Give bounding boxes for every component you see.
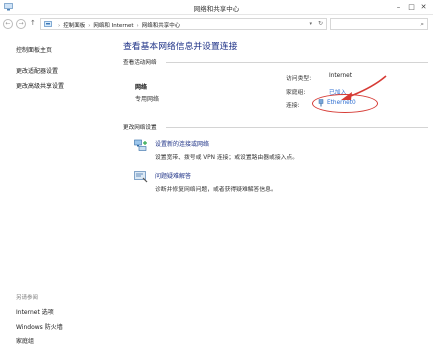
see-also-internet-options[interactable]: Internet 选项 <box>16 307 54 316</box>
access-type-value: Internet <box>329 73 353 79</box>
title-bar: 网络和共享中心 – □ ✕ <box>0 0 433 15</box>
setup-connection-link[interactable]: 设置新的连接或网络 <box>155 139 209 148</box>
annotation-circle <box>312 94 378 113</box>
forward-button[interactable]: → <box>16 19 26 29</box>
sidebar-item-change-adapter-settings[interactable]: 更改适配器设置 <box>16 66 58 75</box>
access-type-label: 访问类型: <box>286 76 312 82</box>
search-icon[interactable]: ⌕ <box>420 20 424 29</box>
window-title: 网络和共享中心 <box>193 5 240 13</box>
sidebar-item-advanced-sharing-settings[interactable]: 更改高级共享设置 <box>16 81 64 90</box>
address-bar[interactable]: › 控制面板 › 网络和 Internet › 网络和共享中心 ▾ ↻ <box>40 18 327 30</box>
connections-label: 连接: <box>286 103 300 109</box>
divider <box>166 62 428 63</box>
troubleshoot-link[interactable]: 问题疑难解答 <box>155 171 191 180</box>
setup-connection-description: 设置宽带、拨号或 VPN 连接；或设置路由器或接入点。 <box>155 155 299 161</box>
troubleshoot-description: 诊断并修复网络问题，或者获得疑难解答信息。 <box>155 187 277 193</box>
sidebar-item-control-panel-home[interactable]: 控制面板主页 <box>16 45 52 54</box>
chevron-down-icon[interactable]: ▾ <box>309 21 312 27</box>
breadcrumb-control-panel[interactable]: 控制面板 <box>63 23 85 29</box>
network-setup-icon <box>134 139 147 151</box>
change-settings-heading: 更改网络设置 <box>123 125 157 131</box>
page-title: 查看基本网络信息并设置连接 <box>123 42 238 52</box>
breadcrumb-network-sharing-center[interactable]: 网络和共享中心 <box>142 23 181 29</box>
divider <box>166 127 428 128</box>
back-button[interactable]: ← <box>3 19 13 29</box>
see-also-heading: 另请参阅 <box>16 295 39 301</box>
breadcrumb-network-internet[interactable]: 网络和 Internet <box>93 23 133 29</box>
control-panel-icon <box>44 21 52 27</box>
navigation-bar: ← → ↑ › 控制面板 › 网络和 Internet › 网络和共享中心 ▾ ↻ ⌕ <box>0 15 433 33</box>
maximize-button[interactable]: □ <box>407 3 416 11</box>
breadcrumb-separator-icon: › <box>58 23 61 29</box>
annotation-arrow-icon <box>341 75 387 100</box>
breadcrumb-separator-icon: › <box>136 23 139 29</box>
breadcrumb: › 控制面板 › 网络和 Internet › 网络和共享中心 <box>55 21 180 29</box>
close-button[interactable]: ✕ <box>419 3 428 11</box>
network-name: 网络 <box>135 84 148 91</box>
up-button[interactable]: ↑ <box>30 19 36 27</box>
troubleshoot-icon <box>134 171 148 183</box>
homegroup-label: 家庭组: <box>286 90 306 96</box>
search-input[interactable]: ⌕ <box>330 18 428 30</box>
refresh-icon[interactable]: ↻ <box>318 20 323 27</box>
minimize-button[interactable]: – <box>394 3 403 11</box>
see-also-windows-firewall[interactable]: Windows 防火墙 <box>16 322 63 331</box>
active-networks-heading: 查看活动网络 <box>123 60 157 66</box>
network-type: 专用网络 <box>135 96 160 103</box>
see-also-homegroup[interactable]: 家庭组 <box>16 336 34 345</box>
